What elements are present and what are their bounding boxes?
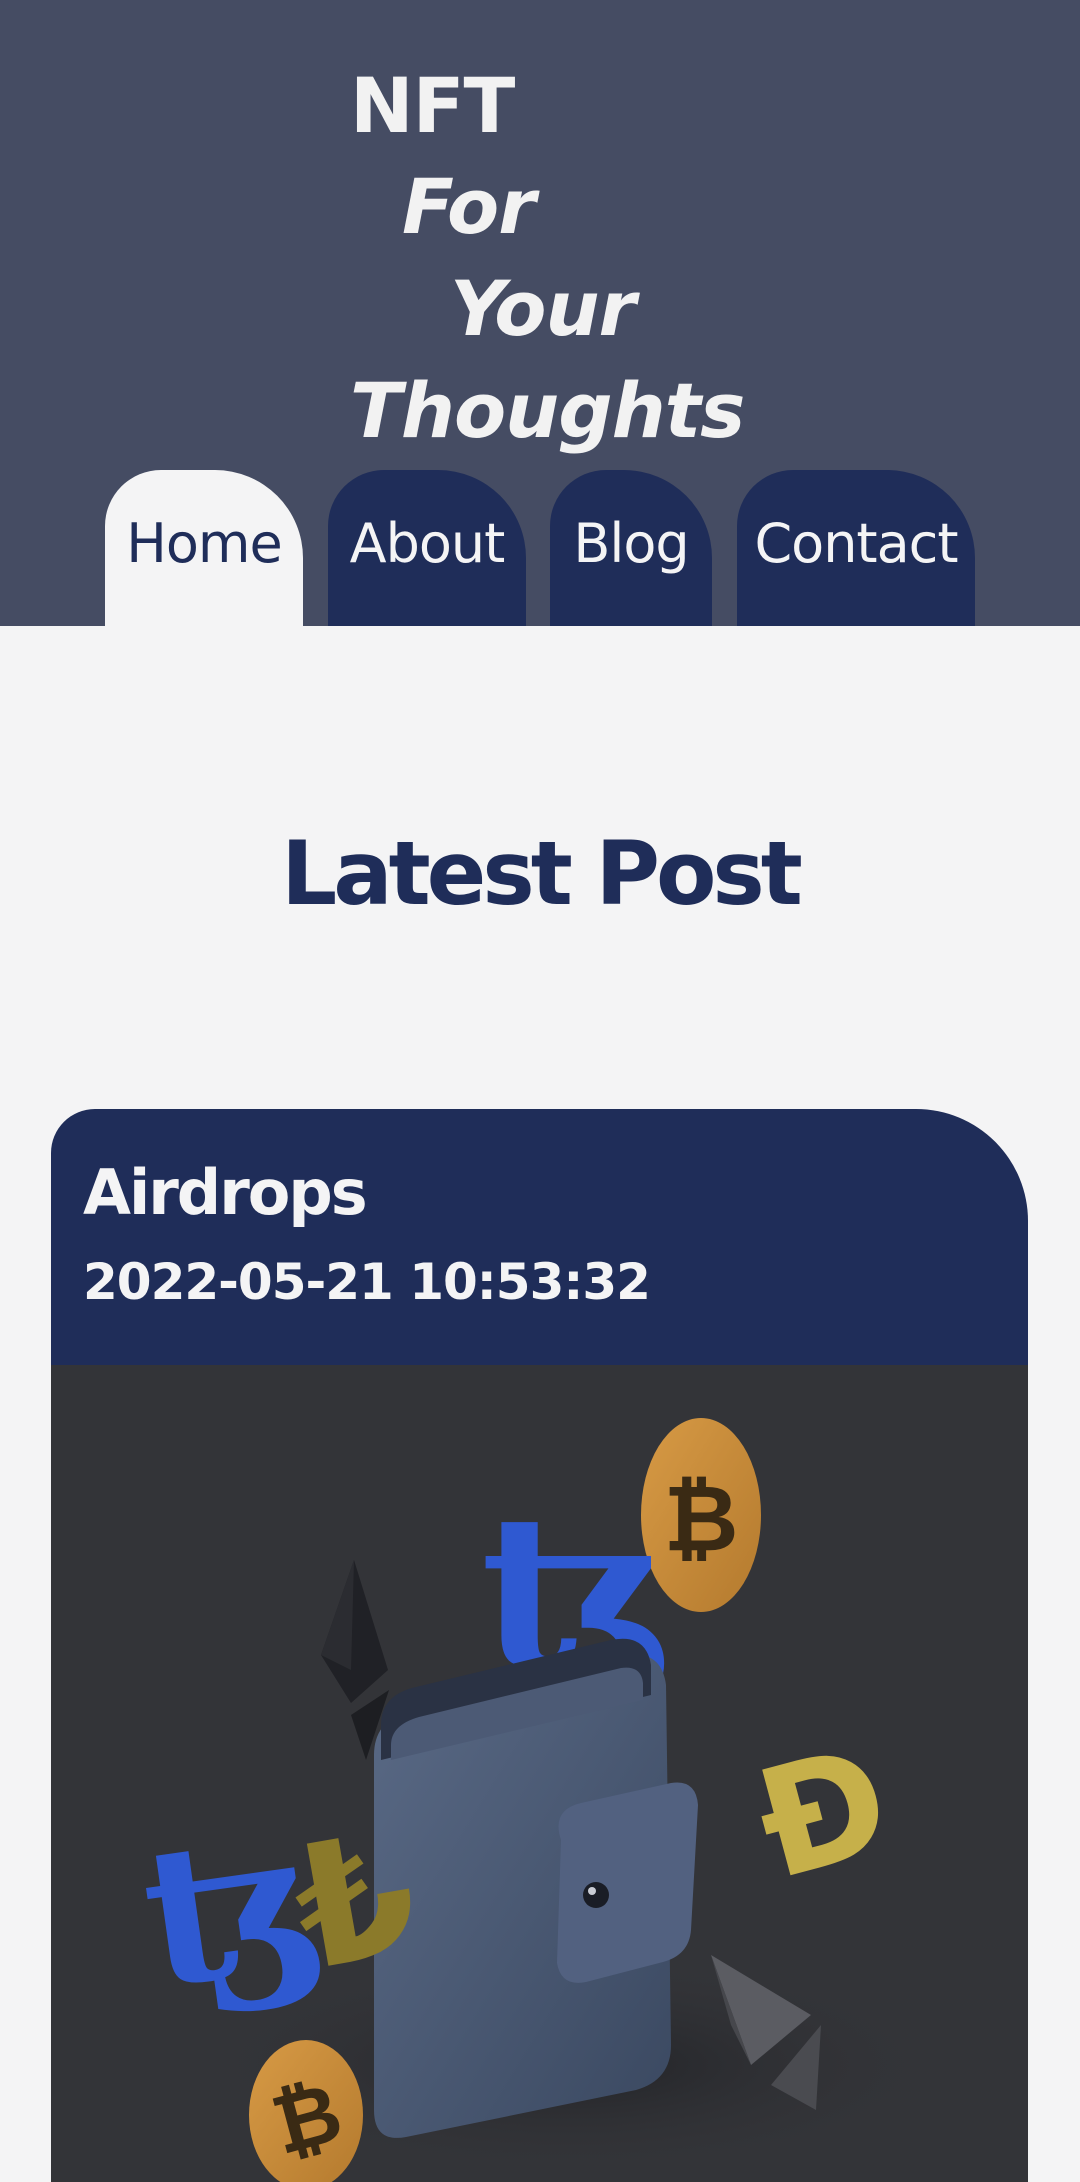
post-card[interactable]: Airdrops 2022-05-21 10:53:32 ₿ ꜩ ꜩ ₺ Đ ₿	[51, 1109, 1028, 2182]
svg-text:₿: ₿	[664, 1465, 739, 1572]
logo-line-3: Your	[450, 264, 636, 353]
ethereum-icon	[321, 1560, 389, 1760]
wallet-icon	[374, 1638, 698, 2138]
logo-line-2: For	[402, 162, 536, 251]
logo-line-4: Thoughts	[350, 366, 745, 455]
tab-home[interactable]: Home	[105, 470, 303, 626]
dogecoin-icon: Đ	[740, 1713, 906, 1914]
svg-text:Đ: Đ	[740, 1713, 906, 1914]
logo-line-1: NFT	[350, 61, 515, 150]
post-image[interactable]: ₿ ꜩ ꜩ ₺ Đ ₿	[51, 1365, 1028, 2182]
section-title: Latest Post	[281, 821, 803, 925]
site-header: NFT For Your Thoughts Home About Blog Co…	[0, 0, 1080, 626]
tab-contact[interactable]: Contact	[737, 470, 975, 626]
crypto-wallet-illustration: ₿ ꜩ ꜩ ₺ Đ ₿	[130, 1418, 951, 2182]
tab-about[interactable]: About	[328, 470, 526, 626]
post-date: 2022-05-21 10:53:32	[83, 1253, 651, 1311]
tab-blog[interactable]: Blog	[550, 470, 712, 626]
post-title[interactable]: Airdrops	[83, 1153, 368, 1233]
